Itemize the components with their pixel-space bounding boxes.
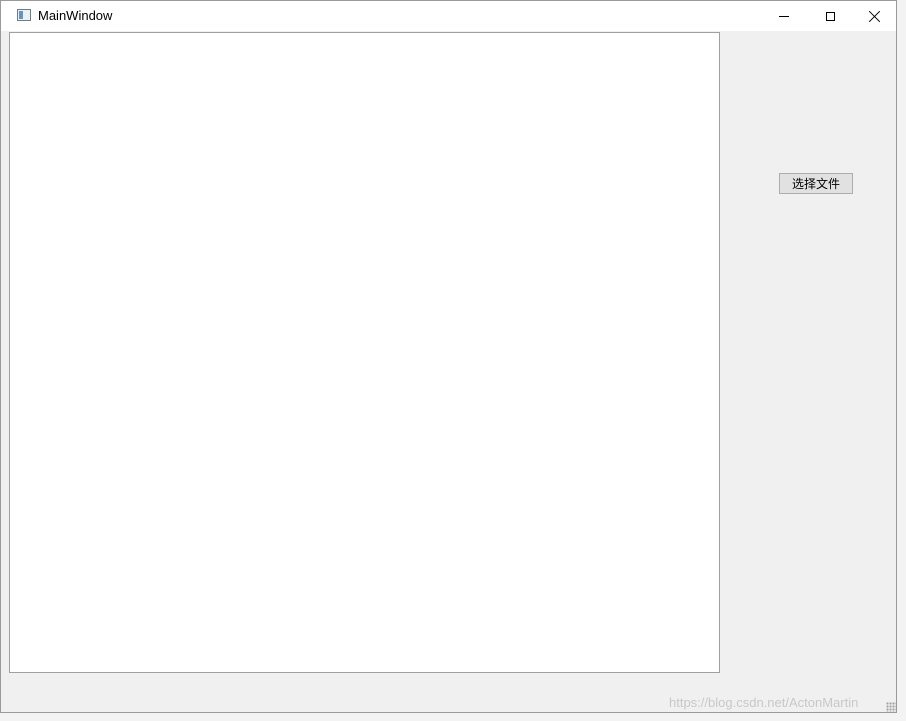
select-file-button[interactable]: 选择文件 bbox=[779, 173, 853, 194]
resize-grip-icon[interactable] bbox=[886, 702, 896, 712]
app-window-icon bbox=[17, 9, 31, 21]
main-window: MainWindow 选择文件 https://blog.csdn.net/Ac… bbox=[0, 0, 897, 713]
window-title: MainWindow bbox=[38, 8, 113, 23]
maximize-button[interactable] bbox=[807, 1, 853, 31]
minimize-button[interactable] bbox=[761, 1, 807, 31]
close-button[interactable] bbox=[852, 1, 898, 31]
maximize-icon bbox=[825, 11, 835, 21]
watermark-text: https://blog.csdn.net/ActonMartin bbox=[669, 695, 859, 710]
close-icon bbox=[869, 10, 881, 22]
display-area bbox=[9, 32, 720, 673]
minimize-icon bbox=[779, 15, 789, 17]
title-bar[interactable]: MainWindow bbox=[1, 1, 896, 31]
